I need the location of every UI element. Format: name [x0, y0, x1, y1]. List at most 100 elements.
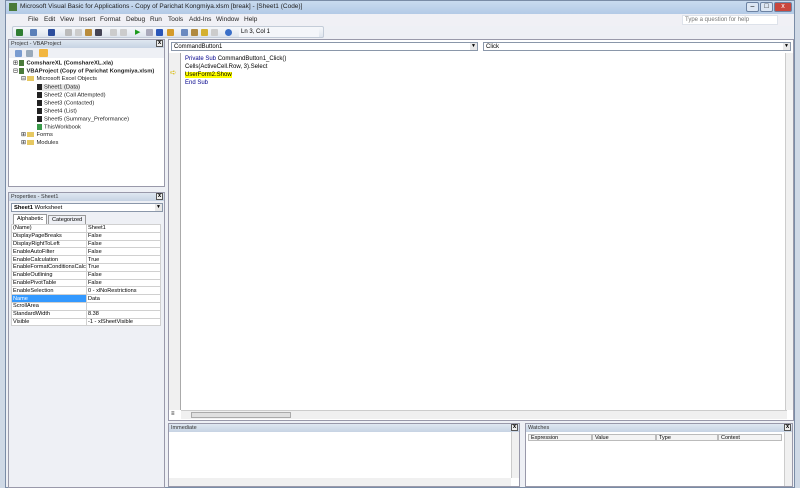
close-properties-button[interactable]: x: [156, 193, 163, 200]
tree-node-sheet3[interactable]: Sheet3 (Contacted): [37, 100, 94, 107]
property-name[interactable]: EnableFormatConditionsCalculation: [11, 262, 87, 272]
menu-debug[interactable]: Debug: [126, 16, 145, 23]
dropdown-arrow-icon[interactable]: ▼: [470, 43, 477, 50]
menu-file[interactable]: File: [28, 16, 38, 23]
tree-node-excel-objects[interactable]: ⊟ Microsoft Excel Objects: [21, 76, 97, 82]
property-value[interactable]: Data: [86, 294, 161, 303]
undo-icon[interactable]: [110, 29, 117, 36]
menu-edit[interactable]: Edit: [44, 16, 55, 23]
property-row[interactable]: EnableCalculation True: [11, 255, 161, 264]
code-vertical-scrollbar[interactable]: [785, 53, 793, 410]
dropdown-arrow-icon[interactable]: ▼: [155, 204, 162, 211]
maximize-button[interactable]: □: [760, 2, 773, 12]
minimize-button[interactable]: –: [746, 2, 759, 12]
property-name[interactable]: Name: [11, 294, 87, 303]
property-value[interactable]: -1 - xlSheetVisible: [86, 317, 161, 327]
toggle-folders-icon[interactable]: [39, 49, 48, 57]
property-value[interactable]: True: [86, 262, 161, 272]
tree-node-sheet1[interactable]: Sheet1 (Data): [37, 84, 81, 91]
menu-addins[interactable]: Add-Ins: [189, 16, 211, 23]
help-search-input[interactable]: Type a question for help: [682, 15, 778, 25]
property-row[interactable]: Visible -1 - xlSheetVisible: [11, 317, 161, 327]
property-value[interactable]: [86, 301, 161, 311]
property-value[interactable]: False: [86, 231, 161, 241]
break-icon[interactable]: [146, 29, 153, 36]
object-browser-icon[interactable]: [201, 29, 208, 36]
immediate-horizontal-scrollbar[interactable]: [169, 478, 511, 486]
property-row[interactable]: EnableAutoFilter False: [11, 247, 161, 257]
menu-run[interactable]: Run: [150, 16, 162, 23]
properties-window-icon[interactable]: [191, 29, 198, 36]
property-name[interactable]: EnableOutlining: [11, 270, 87, 280]
property-row[interactable]: DisplayRightToLeft False: [11, 239, 161, 249]
code-horizontal-scrollbar[interactable]: [181, 410, 787, 419]
property-value[interactable]: False: [86, 239, 161, 249]
property-name[interactable]: EnablePivotTable: [11, 278, 87, 288]
property-name[interactable]: DisplayPageBreaks: [11, 231, 87, 241]
dropdown-arrow-icon[interactable]: ▼: [783, 43, 790, 50]
property-row[interactable]: ScrollArea: [11, 301, 161, 311]
procedure-view-icon[interactable]: ≡: [171, 411, 175, 417]
toolbox-icon[interactable]: [211, 29, 218, 36]
close-watches-button[interactable]: x: [784, 424, 791, 431]
project-explorer-icon[interactable]: [181, 29, 188, 36]
code-line-current[interactable]: UserForm2.Show: [185, 72, 232, 78]
view-excel-icon[interactable]: [16, 29, 23, 36]
redo-icon[interactable]: [120, 29, 127, 36]
menu-view[interactable]: View: [60, 16, 74, 23]
property-row[interactable]: (Name) Sheet1: [11, 224, 161, 233]
code-line[interactable]: Cells(ActiveCell.Row, 3).Select: [185, 64, 267, 70]
watches-vertical-scrollbar[interactable]: [784, 432, 792, 486]
view-code-icon[interactable]: [15, 50, 22, 57]
property-name[interactable]: ScrollArea: [11, 301, 87, 311]
column-expression[interactable]: Expression: [528, 434, 592, 441]
view-object-icon[interactable]: [26, 50, 33, 57]
tree-node-thisworkbook[interactable]: ThisWorkbook: [37, 124, 81, 131]
column-value[interactable]: Value: [592, 434, 656, 441]
property-name[interactable]: EnableSelection: [11, 286, 87, 296]
property-value[interactable]: False: [86, 270, 161, 280]
property-value[interactable]: Sheet1: [86, 224, 161, 233]
property-value[interactable]: False: [86, 278, 161, 288]
close-button[interactable]: x: [774, 2, 792, 12]
property-name[interactable]: (Name): [11, 224, 87, 233]
property-row[interactable]: DisplayPageBreaks False: [11, 231, 161, 241]
save-icon[interactable]: [48, 29, 55, 36]
property-row[interactable]: StandardWidth 8.38: [11, 309, 161, 319]
paste-icon[interactable]: [85, 29, 92, 36]
close-immediate-button[interactable]: x: [511, 424, 518, 431]
tree-node-sheet2[interactable]: Sheet2 (Call Attempted): [37, 92, 106, 99]
tree-node-forms[interactable]: ⊞ Forms: [21, 132, 53, 138]
column-context[interactable]: Context: [718, 434, 782, 441]
column-type[interactable]: Type: [656, 434, 718, 441]
tree-node-sheet4[interactable]: Sheet4 (List): [37, 108, 77, 115]
code-line[interactable]: End Sub: [185, 80, 208, 86]
tree-node-modules[interactable]: ⊞ Modules: [21, 140, 58, 146]
immediate-input[interactable]: [169, 432, 511, 478]
immediate-vertical-scrollbar[interactable]: [511, 432, 519, 478]
property-value[interactable]: 8.38: [86, 309, 161, 319]
property-value[interactable]: 0 - xlNoRestrictions: [86, 286, 161, 296]
tree-node-sheet5[interactable]: Sheet5 (Summary_Preformance): [37, 116, 129, 123]
property-row[interactable]: EnableSelection 0 - xlNoRestrictions: [11, 286, 161, 296]
property-row[interactable]: EnableOutlining False: [11, 270, 161, 280]
help-icon[interactable]: [225, 29, 232, 36]
insert-userform-icon[interactable]: [30, 29, 37, 36]
menu-tools[interactable]: Tools: [168, 16, 183, 23]
property-value[interactable]: False: [86, 247, 161, 257]
property-value[interactable]: True: [86, 255, 161, 264]
copy-icon[interactable]: [75, 29, 82, 36]
find-icon[interactable]: [95, 29, 102, 36]
property-name[interactable]: DisplayRightToLeft: [11, 239, 87, 249]
menu-help[interactable]: Help: [244, 16, 257, 23]
tab-alphabetic[interactable]: Alphabetic: [13, 214, 48, 224]
property-name[interactable]: EnableCalculation: [11, 255, 87, 264]
close-project-explorer-button[interactable]: x: [156, 40, 163, 47]
margin-indicator-bar[interactable]: ➪: [169, 53, 181, 410]
tree-node-comsharexl[interactable]: ⊞ ComshareXL (ComshareXL.xla): [13, 60, 113, 67]
property-name[interactable]: Visible: [11, 317, 87, 327]
property-row[interactable]: EnableFormatConditionsCalculationTrue: [11, 262, 161, 272]
property-name[interactable]: EnableAutoFilter: [11, 247, 87, 257]
menu-insert[interactable]: Insert: [79, 16, 95, 23]
tab-categorized[interactable]: Categorized: [48, 215, 87, 224]
